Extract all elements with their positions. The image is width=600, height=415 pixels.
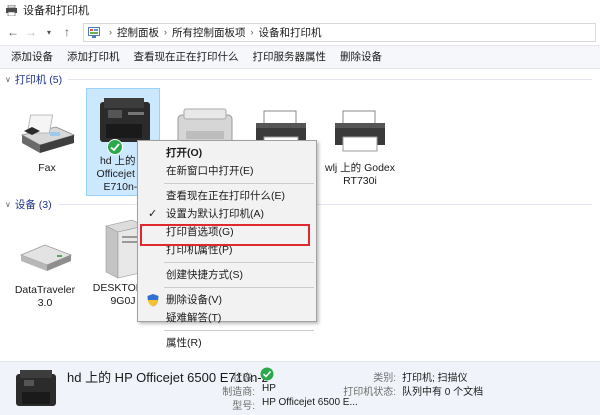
- see-whats-printing-button[interactable]: 查看现在正在打印什么: [127, 46, 246, 68]
- printer-status-value: 队列中有 0 个文档: [402, 387, 484, 398]
- category-label: 类别:: [373, 373, 396, 384]
- printer-icon: [16, 370, 56, 406]
- manufacturer-value: HP: [262, 383, 276, 394]
- menu-item-see-whats-printing[interactable]: 查看现在正在打印什么(E): [138, 187, 316, 205]
- devices-group-label: 设备 (3): [14, 198, 52, 211]
- menu-item-label: 删除设备(V): [166, 294, 222, 306]
- devices-printers-app-icon: [6, 4, 17, 16]
- navigation-bar: ← → ▾ ↑ › 控制面板 › 所有控制面板项 › 设备和打印机: [0, 20, 600, 44]
- details-pane: hd 上的 HP Officejet 6500 E710n-z 状态: 制造商:…: [0, 361, 600, 415]
- default-printer-check-icon: [107, 139, 123, 155]
- breadcrumb-separator-icon: ›: [250, 27, 254, 37]
- add-printer-button[interactable]: 添加打印机: [60, 46, 127, 68]
- up-arrow-icon[interactable]: ↑: [59, 24, 75, 40]
- checkmark-icon: ✓: [148, 208, 158, 220]
- breadcrumb-all-items[interactable]: 所有控制面板项: [172, 25, 246, 40]
- status-label: 状态:: [232, 373, 255, 384]
- usb-drive-icon: [19, 244, 73, 271]
- manufacturer-label: 制造商:: [222, 387, 255, 398]
- fax-icon: [20, 114, 76, 153]
- menu-divider: [164, 183, 314, 184]
- shield-icon: [147, 294, 159, 307]
- menu-divider: [164, 287, 314, 288]
- printer-icon: [335, 110, 385, 152]
- menu-item-troubleshoot[interactable]: 疑难解答(T): [138, 309, 316, 327]
- device-label-line1: DataTraveler: [14, 284, 76, 296]
- remove-device-button[interactable]: 删除设备: [333, 46, 389, 68]
- model-label: 型号:: [232, 401, 255, 412]
- device-label-line2: RT730i: [343, 175, 377, 187]
- window-title: 设备和打印机: [23, 5, 89, 17]
- menu-item-set-default-printer[interactable]: ✓ 设置为默认打印机(A): [138, 205, 316, 223]
- recent-locations-chevron-icon[interactable]: ▾: [41, 24, 57, 40]
- menu-item-open-new-window[interactable]: 在新窗口中打开(E): [138, 162, 316, 180]
- breadcrumb-separator-icon: ›: [164, 27, 167, 37]
- status-ok-icon: [260, 367, 274, 381]
- category-value: 打印机; 扫描仪: [402, 373, 468, 384]
- command-toolbar: 添加设备 添加打印机 查看现在正在打印什么 打印服务器属性 删除设备: [0, 45, 600, 69]
- printers-group-label: 打印机 (5): [14, 73, 63, 86]
- breadcrumb-devices-printers[interactable]: 设备和打印机: [259, 25, 322, 40]
- collapse-chevron-icon[interactable]: ∨: [5, 200, 11, 209]
- group-divider: [68, 78, 592, 80]
- menu-item-remove-device[interactable]: 删除设备(V): [138, 291, 316, 309]
- menu-item-label: 设置为默认打印机(A): [166, 208, 264, 220]
- title-bar: 设备和打印机: [0, 0, 600, 20]
- menu-divider: [164, 330, 314, 331]
- print-server-properties-button[interactable]: 打印服务器属性: [246, 46, 334, 68]
- menu-divider: [164, 262, 314, 263]
- address-bar[interactable]: › 控制面板 › 所有控制面板项 › 设备和打印机: [83, 22, 596, 42]
- forward-arrow-icon[interactable]: →: [23, 24, 39, 40]
- add-device-button[interactable]: 添加设备: [4, 46, 60, 68]
- printers-group-header[interactable]: ∨ 打印机 (5): [0, 71, 600, 87]
- menu-item-open[interactable]: 打开(O): [138, 144, 316, 162]
- menu-item-properties[interactable]: 属性(R): [138, 334, 316, 352]
- back-arrow-icon[interactable]: ←: [5, 24, 21, 40]
- device-godex-rt730i[interactable]: wlj 上的 Godex RT730i: [320, 100, 400, 188]
- breadcrumb-separator-icon: ›: [109, 27, 112, 37]
- device-label: Fax: [38, 162, 56, 174]
- device-label-line1: wlj 上的 Godex: [324, 162, 396, 174]
- model-value: HP Officejet 6500 E...: [262, 397, 358, 408]
- device-fax[interactable]: Fax: [10, 100, 84, 175]
- highlight-annotation-box: [140, 224, 310, 246]
- breadcrumb-control-panel[interactable]: 控制面板: [117, 25, 159, 40]
- collapse-chevron-icon[interactable]: ∨: [5, 75, 11, 84]
- control-panel-icon: [88, 26, 100, 38]
- devices-and-printers-window: 设备和打印机 ← → ▾ ↑ › 控制面板 › 所有控制面板项 › 设备和打印机…: [0, 0, 600, 415]
- device-label-line2: 3.0: [37, 297, 53, 309]
- device-datatraveler[interactable]: DataTraveler 3.0: [8, 222, 82, 310]
- printer-status-label: 打印机状态:: [343, 387, 396, 398]
- menu-item-create-shortcut[interactable]: 创建快捷方式(S): [138, 266, 316, 284]
